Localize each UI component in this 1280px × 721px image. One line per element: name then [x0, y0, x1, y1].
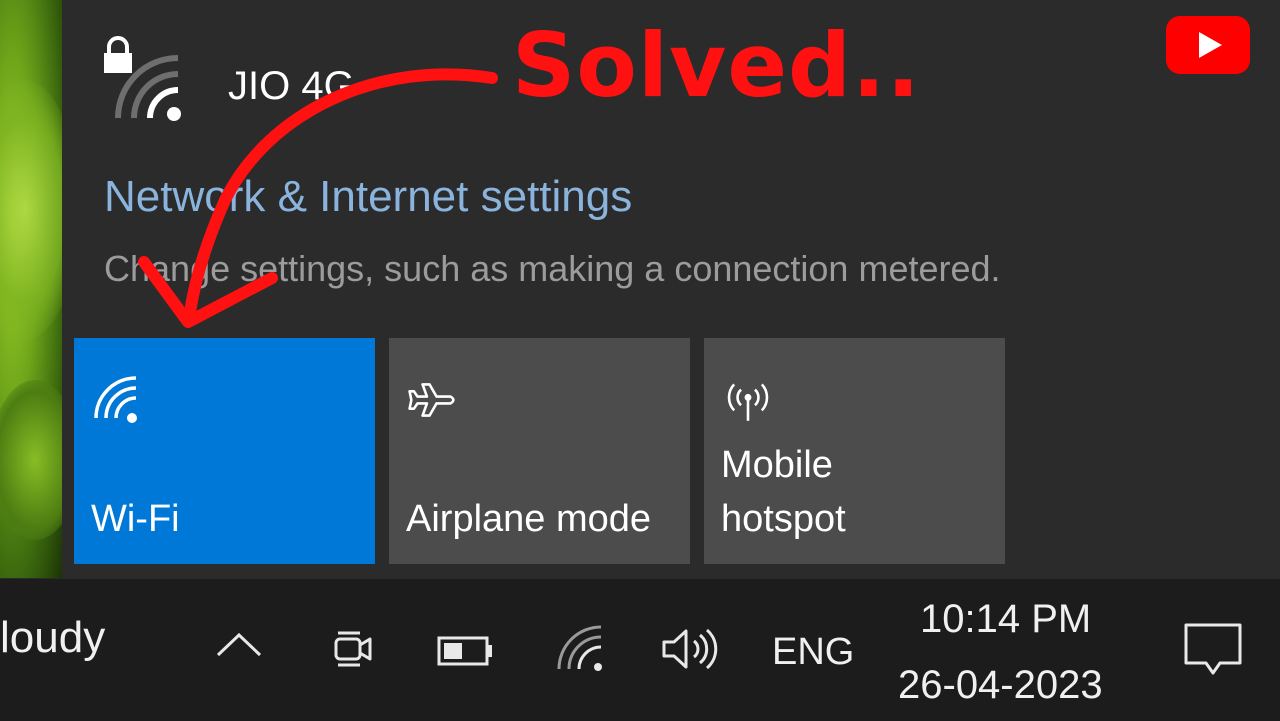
chevron-up-icon[interactable] [214, 631, 264, 661]
clock-date: 26-04-2023 [898, 663, 1103, 707]
wifi-icon[interactable] [556, 625, 606, 673]
airplane-tile-label-line: Airplane mode [406, 498, 652, 540]
wifi-tile-label-line: Wi-Fi [91, 498, 180, 540]
hotspot-tile-label-line-1: Mobile [721, 444, 833, 486]
hotspot-icon [727, 383, 769, 421]
mobile-hotspot-tile[interactable]: Mobile hotspot [704, 338, 1005, 564]
annotation-title: Solved.. [512, 14, 921, 117]
language-indicator[interactable]: ENG [772, 631, 854, 674]
action-center-icon[interactable] [1182, 619, 1244, 681]
taskbar: loudy ENG 10:14 PM 26-04-2023 [0, 578, 1280, 721]
network-settings-link[interactable]: Network & Internet settings [104, 172, 632, 222]
network-settings-description: Change settings, such as making a connec… [104, 248, 1001, 289]
network-name[interactable]: JIO 4G [228, 64, 355, 109]
weather-widget[interactable]: loudy [0, 613, 105, 663]
wifi-tile-label: Wi-Fi [91, 492, 180, 546]
volume-icon[interactable] [660, 625, 718, 673]
wifi-signal-icon [115, 55, 181, 121]
desktop-wallpaper [0, 0, 62, 578]
youtube-logo [1166, 16, 1250, 74]
airplane-mode-tile[interactable]: Airplane mode [389, 338, 690, 564]
hotspot-tile-label-line-2: hotspot [721, 498, 846, 540]
meet-now-icon[interactable] [330, 625, 376, 673]
clock-time: 10:14 PM [920, 597, 1092, 641]
wifi-toggle-tile[interactable]: Wi-Fi [74, 338, 375, 564]
wifi-icon [94, 376, 137, 423]
airplane-tile-label: Airplane mode [406, 492, 651, 546]
hotspot-tile-label: Mobile hotspot [721, 438, 846, 546]
battery-icon[interactable] [437, 635, 495, 667]
airplane-icon [408, 383, 455, 417]
